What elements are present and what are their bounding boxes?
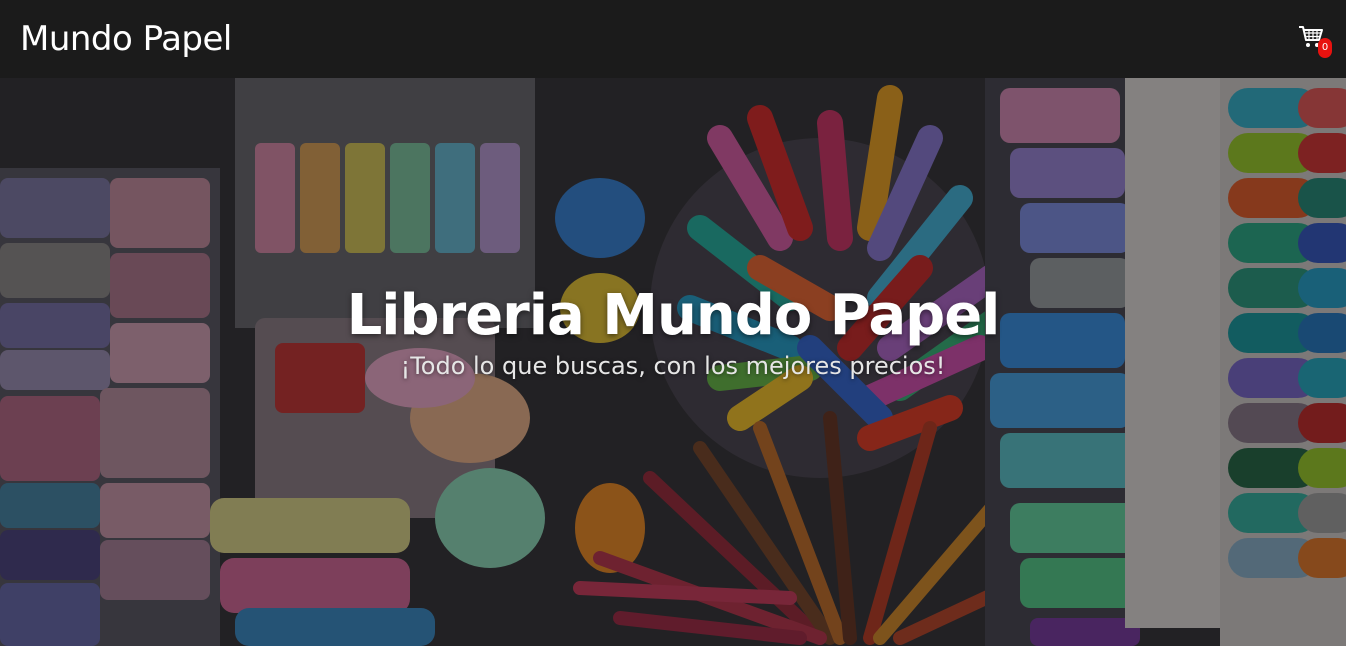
- brand-logo-link[interactable]: Mundo Papel: [20, 19, 232, 59]
- cart-button[interactable]: 0: [1298, 22, 1332, 58]
- top-navbar: Mundo Papel 0: [0, 0, 1346, 78]
- hero-banner: Libreria Mundo Papel ¡Todo lo que buscas…: [0, 78, 1346, 646]
- hero-subtitle: ¡Todo lo que buscas, con los mejores pre…: [400, 352, 946, 380]
- hero-title: Libreria Mundo Papel: [346, 283, 1001, 348]
- hero-text-block: Libreria Mundo Papel ¡Todo lo que buscas…: [0, 283, 1346, 380]
- cart-count-badge: 0: [1318, 38, 1332, 58]
